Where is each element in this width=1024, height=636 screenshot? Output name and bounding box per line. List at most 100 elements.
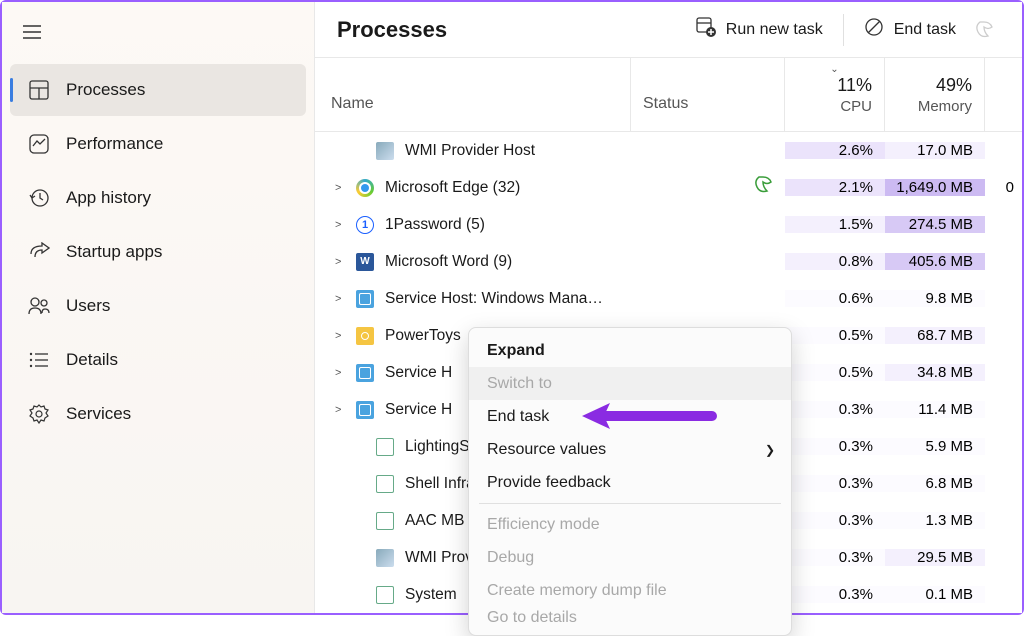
process-name: 1Password (5) bbox=[385, 216, 485, 234]
process-icon bbox=[375, 141, 395, 161]
cell-cpu: 0.3% bbox=[785, 475, 885, 492]
column-header-status[interactable]: Status bbox=[631, 58, 785, 131]
page-title: Processes bbox=[337, 17, 682, 43]
cell-cpu: 0.3% bbox=[785, 438, 885, 455]
sidebar-item-app-history[interactable]: App history bbox=[10, 172, 306, 224]
table-row[interactable]: >Service Host: Windows Mana…0.6%9.8 MB bbox=[315, 280, 1022, 317]
sidebar-item-services[interactable]: Services bbox=[10, 388, 306, 440]
sidebar-item-users[interactable]: Users bbox=[10, 280, 306, 332]
table-row[interactable]: >11Password (5)1.5%274.5 MB bbox=[315, 206, 1022, 243]
sidebar-item-label: Users bbox=[66, 296, 110, 316]
ctx-expand[interactable]: Expand bbox=[469, 334, 791, 367]
ctx-go-to-details: Go to details bbox=[469, 607, 791, 629]
cell-memory: 1,649.0 MB bbox=[885, 179, 985, 196]
cell-memory: 0.1 MB bbox=[885, 586, 985, 603]
cell-cpu: 0.6% bbox=[785, 290, 885, 307]
process-icon bbox=[355, 289, 375, 309]
process-icon bbox=[355, 326, 375, 346]
table-row[interactable]: > W Microsoft Word (9) 0.8%405.6 MB bbox=[315, 243, 1022, 280]
leaf-icon bbox=[753, 175, 773, 200]
process-name: Service H bbox=[385, 401, 452, 419]
end-task-button[interactable]: End task bbox=[850, 9, 970, 50]
cell-cpu: 0.5% bbox=[785, 364, 885, 381]
cell-cpu: 2.6% bbox=[785, 142, 885, 159]
process-name: Service H bbox=[385, 364, 452, 382]
context-menu: Expand Switch to End task Resource value… bbox=[468, 327, 792, 636]
cell-memory: 11.4 MB bbox=[885, 401, 985, 418]
memory-label: Memory bbox=[918, 98, 972, 115]
table-row[interactable]: WMI Provider Host 2.6%17.0 MB bbox=[315, 132, 1022, 169]
cell-memory: 405.6 MB bbox=[885, 253, 985, 270]
sidebar-item-startup-apps[interactable]: Startup apps bbox=[10, 226, 306, 278]
process-icon: W bbox=[355, 252, 375, 272]
process-icon bbox=[375, 511, 395, 531]
hamburger-menu-button[interactable] bbox=[8, 12, 56, 52]
submenu-arrow-icon: ❯ bbox=[765, 443, 775, 457]
expand-arrow-icon[interactable]: > bbox=[335, 256, 349, 268]
ctx-separator bbox=[479, 503, 781, 504]
column-header-name[interactable]: Name bbox=[315, 58, 631, 131]
cell-cpu: 0.3% bbox=[785, 549, 885, 566]
cell-cpu: 0.3% bbox=[785, 401, 885, 418]
services-icon bbox=[28, 403, 50, 425]
expand-arrow-icon[interactable]: > bbox=[335, 293, 349, 305]
cell-cpu: 2.1% bbox=[785, 179, 885, 196]
processes-icon bbox=[28, 79, 50, 101]
run-task-icon bbox=[696, 17, 716, 42]
expand-arrow-icon[interactable]: > bbox=[335, 182, 349, 194]
ctx-resource-values[interactable]: Resource values ❯ bbox=[469, 433, 791, 466]
table-row[interactable]: >Microsoft Edge (32)2.1%1,649.0 MB0 bbox=[315, 169, 1022, 206]
cell-cpu: 0.3% bbox=[785, 586, 885, 603]
ctx-debug: Debug bbox=[469, 541, 791, 574]
process-name: System bbox=[405, 586, 457, 604]
sidebar-item-performance[interactable]: Performance bbox=[10, 118, 306, 170]
process-icon bbox=[375, 548, 395, 568]
users-icon bbox=[28, 295, 50, 317]
ctx-switch-to: Switch to bbox=[469, 367, 791, 400]
cell-cpu: 0.8% bbox=[785, 253, 885, 270]
process-name: PowerToys bbox=[385, 327, 461, 345]
process-name: Microsoft Edge (32) bbox=[385, 179, 520, 197]
ctx-provide-feedback[interactable]: Provide feedback bbox=[469, 466, 791, 499]
sidebar-item-processes[interactable]: Processes bbox=[10, 64, 306, 116]
table-header: Name Status ⌄ 11% CPU 49% Memory bbox=[315, 58, 1022, 132]
column-header-memory[interactable]: 49% Memory bbox=[885, 58, 985, 131]
cell-memory: 274.5 MB bbox=[885, 216, 985, 233]
ctx-create-dump: Create memory dump file bbox=[469, 574, 791, 607]
run-new-task-label: Run new task bbox=[726, 21, 823, 39]
end-task-label: End task bbox=[894, 21, 956, 39]
run-new-task-button[interactable]: Run new task bbox=[682, 9, 837, 50]
process-name: Microsoft Word (9) bbox=[385, 253, 512, 271]
end-task-icon bbox=[864, 17, 884, 42]
sidebar-item-label: Performance bbox=[66, 134, 163, 154]
process-icon bbox=[375, 585, 395, 605]
startup-icon bbox=[28, 241, 50, 263]
sidebar-item-details[interactable]: Details bbox=[10, 334, 306, 386]
cell-memory: 1.3 MB bbox=[885, 512, 985, 529]
expand-arrow-icon[interactable]: > bbox=[335, 367, 349, 379]
ctx-end-task[interactable]: End task bbox=[469, 400, 791, 433]
process-icon bbox=[355, 363, 375, 383]
expand-arrow-icon[interactable]: > bbox=[335, 404, 349, 416]
process-name: WMI Provider Host bbox=[405, 142, 535, 160]
sidebar-item-label: Details bbox=[66, 350, 118, 370]
ctx-efficiency-mode: Efficiency mode bbox=[469, 508, 791, 541]
header-divider bbox=[843, 14, 844, 46]
cell-cpu: 0.5% bbox=[785, 327, 885, 344]
cell-memory: 6.8 MB bbox=[885, 475, 985, 492]
cell-cpu: 1.5% bbox=[785, 216, 885, 233]
process-icon bbox=[375, 437, 395, 457]
efficiency-mode-icon[interactable] bbox=[970, 20, 1000, 40]
expand-arrow-icon[interactable]: > bbox=[335, 330, 349, 342]
header: Processes Run new task End task bbox=[315, 2, 1022, 58]
expand-arrow-icon[interactable]: > bbox=[335, 219, 349, 231]
details-icon bbox=[28, 349, 50, 371]
column-header-cpu[interactable]: ⌄ 11% CPU bbox=[785, 58, 885, 131]
sidebar-item-label: Processes bbox=[66, 80, 145, 100]
history-icon bbox=[28, 187, 50, 209]
sidebar-item-label: Services bbox=[66, 404, 131, 424]
cell-memory: 34.8 MB bbox=[885, 364, 985, 381]
cell-memory: 17.0 MB bbox=[885, 142, 985, 159]
cell-memory: 68.7 MB bbox=[885, 327, 985, 344]
cell-memory: 5.9 MB bbox=[885, 438, 985, 455]
